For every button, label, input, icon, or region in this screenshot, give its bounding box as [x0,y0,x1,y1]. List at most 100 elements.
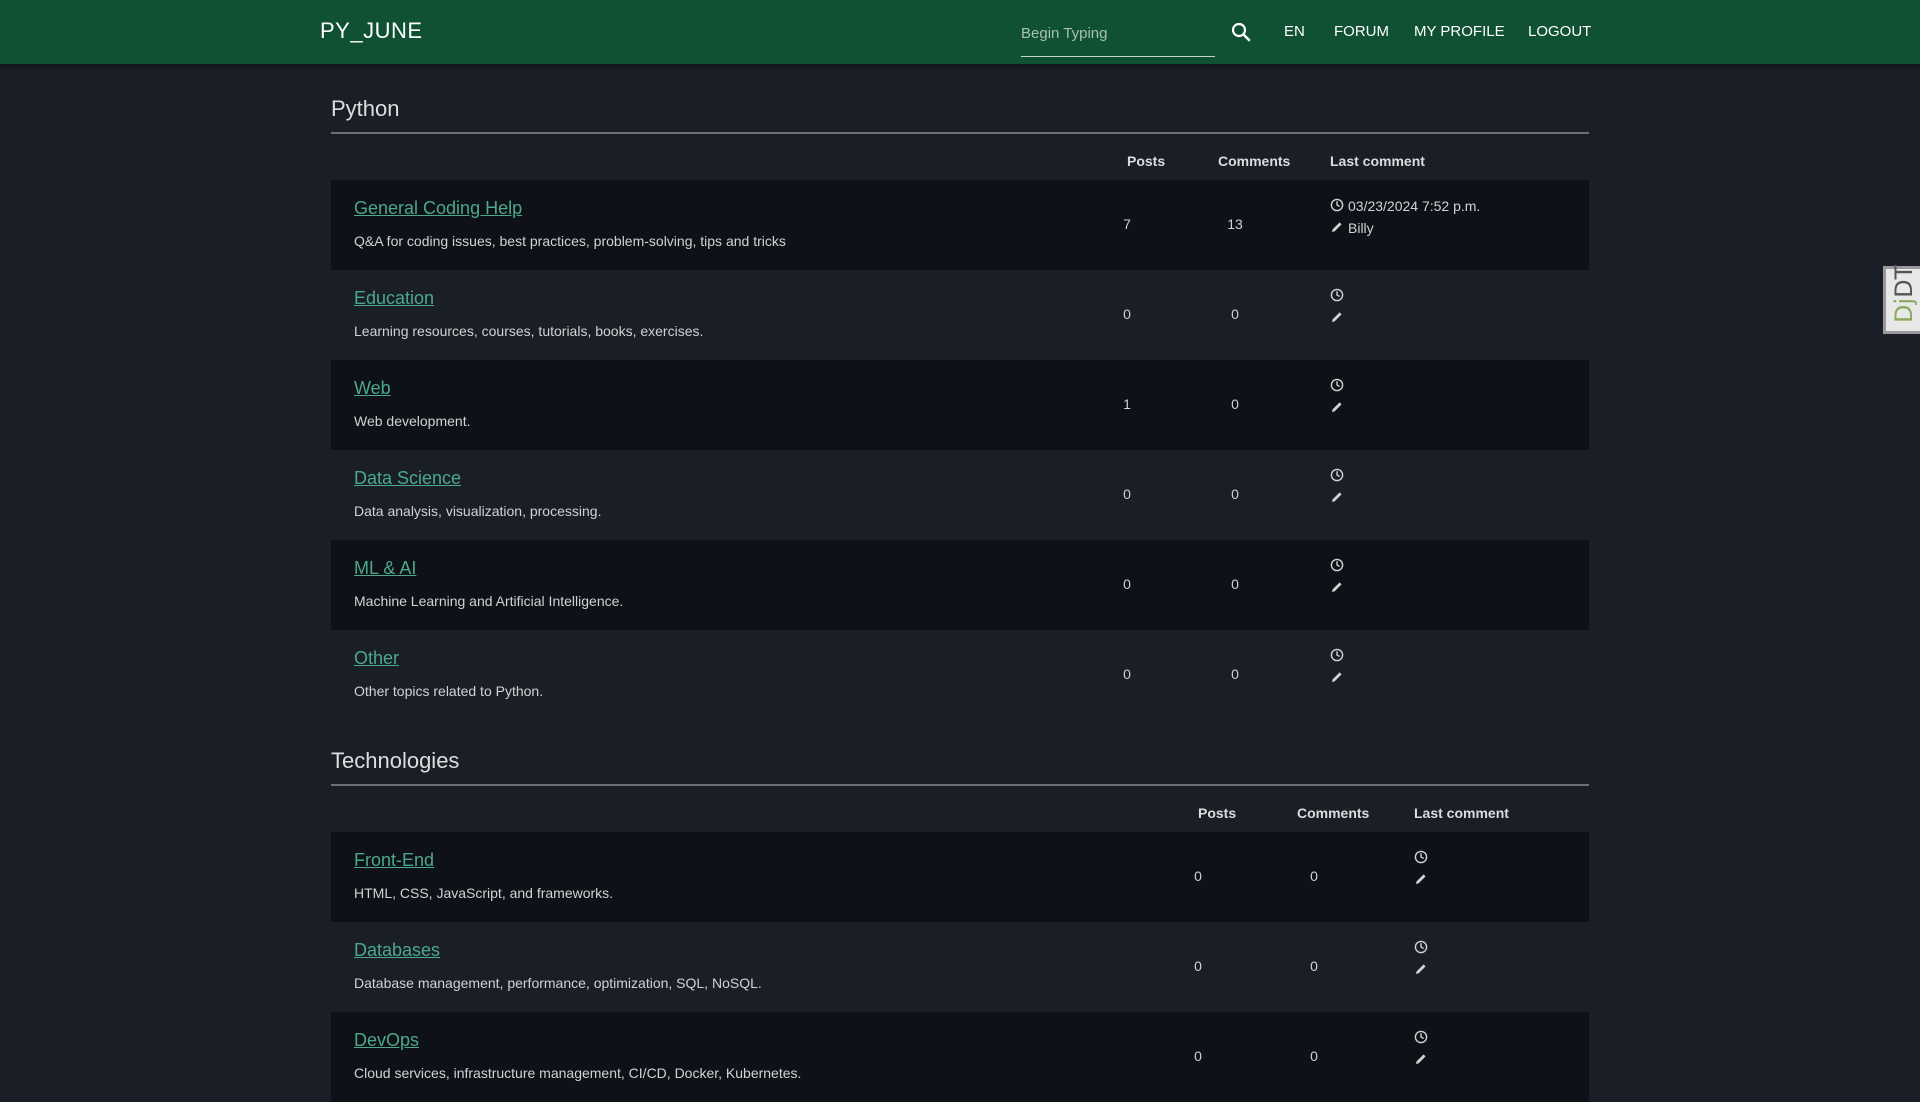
clock-icon [1330,468,1348,485]
category-title-link[interactable]: Data Science [354,468,461,489]
comments-count: 0 [1231,306,1239,322]
posts-count: 0 [1123,666,1131,682]
category-title-link[interactable]: Databases [354,940,440,961]
category-description: Learning resources, courses, tutorials, … [354,323,704,339]
header-posts: Posts [1198,805,1237,821]
pencil-icon [1330,580,1348,597]
brand-logo[interactable]: PY_JUNE [320,18,423,44]
category-description: Machine Learning and Artificial Intellig… [354,593,624,609]
search-icon[interactable] [1229,20,1253,44]
debug-toolbar-label: DjDT [1890,264,1918,323]
pencil-icon [1330,490,1348,507]
last-comment [1414,847,1432,891]
category-row: Web Web development. 1 0 [331,360,1589,450]
comments-count: 13 [1227,216,1243,232]
debug-toolbar-handle[interactable]: DjDT [1883,264,1920,334]
category-description: Web development. [354,413,471,429]
category-title-link[interactable]: ML & AI [354,558,416,579]
category-list: Front-End HTML, CSS, JavaScript, and fram… [331,832,1589,1102]
category-row: General Coding Help Q&A for coding issues… [331,180,1589,270]
category-row: Education Learning resources, courses, tu… [331,270,1589,360]
header-comments: Comments [1297,805,1370,821]
category-description: Other topics related to Python. [354,683,544,699]
last-comment [1330,285,1348,329]
clock-icon [1414,850,1432,867]
last-comment: 03/23/2024 7:52 p.m. Billy [1330,195,1480,239]
clock-icon [1330,648,1348,665]
posts-count: 0 [1194,958,1202,974]
category-title-link[interactable]: Education [354,288,434,309]
nav-logout[interactable]: LOGOUT [1528,23,1591,40]
posts-count: 0 [1123,576,1131,592]
table-header: Posts Comments Last comment [331,786,1589,832]
last-comment [1330,555,1348,599]
category-description: HTML, CSS, JavaScript, and frameworks. [354,885,614,901]
clock-icon [1330,378,1348,395]
last-comment [1414,1027,1432,1071]
posts-count: 0 [1123,306,1131,322]
header-last-comment: Last comment [1330,153,1425,169]
pencil-icon [1414,872,1432,889]
nav-forum[interactable]: FORUM [1334,23,1389,40]
category-row: Databases Database management, performanc… [331,922,1589,1012]
last-comment [1330,375,1348,419]
nav-my-profile[interactable]: MY PROFILE [1414,23,1505,40]
category-title-link[interactable]: General Coding Help [354,198,522,219]
category-title-link[interactable]: Front-End [354,850,434,871]
category-description: Database management, performance, optimi… [354,975,762,991]
pencil-icon [1330,400,1348,417]
pencil-icon [1330,670,1348,687]
last-comment-date: 03/23/2024 7:52 p.m. [1348,198,1481,214]
table-header: Posts Comments Last comment [331,134,1589,180]
search-input[interactable] [1021,20,1215,46]
section-title: Python [331,64,1589,134]
posts-count: 7 [1123,216,1131,232]
section-python: Python Posts Comments Last comment Gener… [331,64,1589,720]
comments-count: 0 [1231,666,1239,682]
category-row: Data Science Data analysis, visualization… [331,450,1589,540]
header-last-comment: Last comment [1414,805,1509,821]
last-comment-author[interactable]: Billy [1348,220,1374,236]
clock-icon [1330,558,1348,575]
clock-icon [1330,198,1348,215]
category-title-link[interactable]: Web [354,378,391,399]
category-list: General Coding Help Q&A for coding issues… [331,180,1589,720]
section-technologies: Technologies Posts Comments Last comment… [331,720,1589,1102]
header-comments: Comments [1218,153,1291,169]
category-title-link[interactable]: DevOps [354,1030,419,1051]
pencil-icon [1414,962,1432,979]
header-posts: Posts [1127,153,1166,169]
comments-count: 0 [1231,576,1239,592]
comments-count: 0 [1231,486,1239,502]
posts-count: 0 [1194,1048,1202,1064]
forum-content: Python Posts Comments Last comment Gener… [331,64,1589,1102]
category-row: ML & AI Machine Learning and Artificial I… [331,540,1589,630]
category-description: Data analysis, visualization, processing… [354,503,602,519]
clock-icon [1330,288,1348,305]
last-comment [1330,645,1348,689]
comments-count: 0 [1310,958,1318,974]
nav-language[interactable]: EN [1284,23,1305,40]
pencil-icon [1330,310,1348,327]
pencil-icon [1330,220,1348,237]
last-comment [1330,465,1348,509]
category-title-link[interactable]: Other [354,648,399,669]
section-title: Technologies [331,720,1589,786]
pencil-icon [1414,1052,1432,1069]
posts-count: 1 [1123,396,1131,412]
category-row: Other Other topics related to Python. 0 0 [331,630,1589,720]
category-row: Front-End HTML, CSS, JavaScript, and fram… [331,832,1589,922]
category-description: Cloud services, infrastructure managemen… [354,1065,802,1081]
navbar: PY_JUNE EN FORUM MY PROFILE LOGOUT [0,0,1920,64]
comments-count: 0 [1231,396,1239,412]
category-description: Q&A for coding issues, best practices, p… [354,233,786,249]
clock-icon [1414,1030,1432,1047]
search-box [1021,20,1215,57]
comments-count: 0 [1310,868,1318,884]
comments-count: 0 [1310,1048,1318,1064]
category-row: DevOps Cloud services, infrastructure man… [331,1012,1589,1102]
posts-count: 0 [1123,486,1131,502]
clock-icon [1414,940,1432,957]
posts-count: 0 [1194,868,1202,884]
last-comment [1414,937,1432,981]
